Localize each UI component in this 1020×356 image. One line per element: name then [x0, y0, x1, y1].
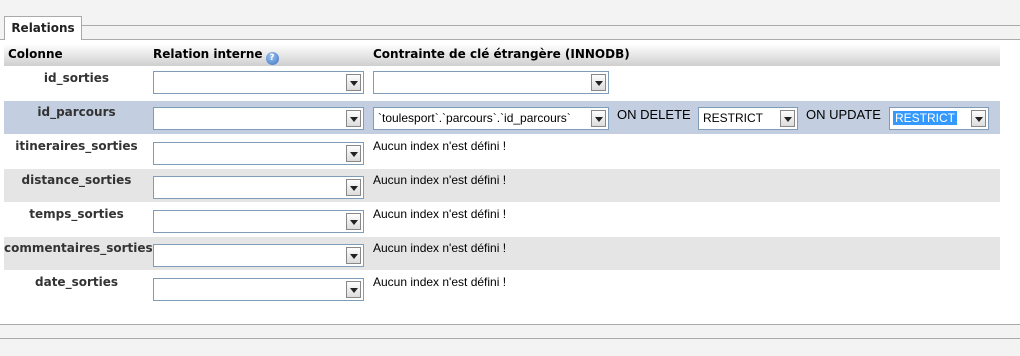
- table-row: itineraires_sorties Aucun index n'est dé…: [4, 134, 1000, 168]
- footer-divider: [0, 338, 1020, 339]
- no-index-note: Aucun index n'est défini !: [373, 173, 507, 187]
- chevron-down-icon: [591, 110, 606, 127]
- tab-relations[interactable]: Relations: [4, 16, 82, 40]
- select-value: RESTRICT: [703, 111, 763, 125]
- header-contrainte: Contrainte de clé étrangère (INNODB): [373, 47, 630, 61]
- foreign-key-select[interactable]: `toulesport`.`parcours`.`id_parcours`: [373, 107, 609, 130]
- table-row: commentaires_sorties Aucun index n'est d…: [4, 236, 1000, 270]
- chevron-down-icon: [346, 281, 361, 298]
- chevron-down-icon: [780, 110, 795, 127]
- header-colonne: Colonne: [8, 47, 63, 61]
- column-name: itineraires_sorties: [15, 139, 138, 153]
- internal-relation-select[interactable]: [153, 176, 364, 199]
- help-icon[interactable]: ?: [265, 52, 279, 65]
- table-row: id_parcours `toulesport`.`parcours`.`id_…: [4, 100, 1000, 134]
- relations-table: Colonne Relation interne? Contrainte de …: [4, 44, 1000, 304]
- no-index-note: Aucun index n'est défini !: [373, 139, 507, 153]
- internal-relation-select[interactable]: [153, 107, 364, 130]
- header-relation-interne: Relation interne?: [153, 47, 279, 65]
- internal-relation-select[interactable]: [153, 244, 364, 267]
- no-index-note: Aucun index n'est défini !: [373, 275, 507, 289]
- table-row: temps_sorties Aucun index n'est défini !: [4, 202, 1000, 236]
- internal-relation-select[interactable]: [153, 278, 364, 301]
- chevron-down-icon: [591, 74, 606, 91]
- on-update-label: ON UPDATE: [806, 107, 881, 122]
- no-index-note: Aucun index n'est défini !: [373, 207, 507, 221]
- table-row: id_sorties: [4, 66, 1000, 100]
- column-name: commentaires_sorties: [4, 241, 153, 255]
- table-header: Colonne Relation interne? Contrainte de …: [4, 44, 1000, 66]
- tab-bar-line: [82, 25, 1020, 26]
- chevron-down-icon: [346, 145, 361, 162]
- no-index-note: Aucun index n'est défini !: [373, 241, 507, 255]
- internal-relation-select[interactable]: [153, 71, 364, 94]
- internal-relation-select[interactable]: [153, 142, 364, 165]
- on-delete-select[interactable]: RESTRICT: [698, 107, 798, 130]
- select-value: RESTRICT: [893, 111, 957, 125]
- chevron-down-icon: [346, 179, 361, 196]
- internal-relation-select[interactable]: [153, 210, 364, 233]
- table-row: date_sorties Aucun index n'est défini !: [4, 270, 1000, 304]
- chevron-down-icon: [346, 74, 361, 91]
- column-name: id_sorties: [43, 71, 110, 85]
- column-name: date_sorties: [35, 275, 118, 289]
- select-value: `toulesport`.`parcours`.`id_parcours`: [378, 111, 571, 125]
- on-delete-label: ON DELETE: [617, 107, 691, 122]
- chevron-down-icon: [346, 247, 361, 264]
- chevron-down-icon: [346, 213, 361, 230]
- chevron-down-icon: [346, 110, 361, 127]
- column-name: distance_sorties: [21, 173, 132, 187]
- column-name: id_parcours: [37, 105, 116, 119]
- on-update-select[interactable]: RESTRICT: [889, 107, 989, 130]
- chevron-down-icon: [971, 110, 986, 127]
- column-name: temps_sorties: [29, 207, 124, 221]
- header-relation-interne-label: Relation interne: [153, 47, 263, 61]
- foreign-key-select[interactable]: [373, 71, 609, 94]
- table-row: distance_sorties Aucun index n'est défin…: [4, 168, 1000, 202]
